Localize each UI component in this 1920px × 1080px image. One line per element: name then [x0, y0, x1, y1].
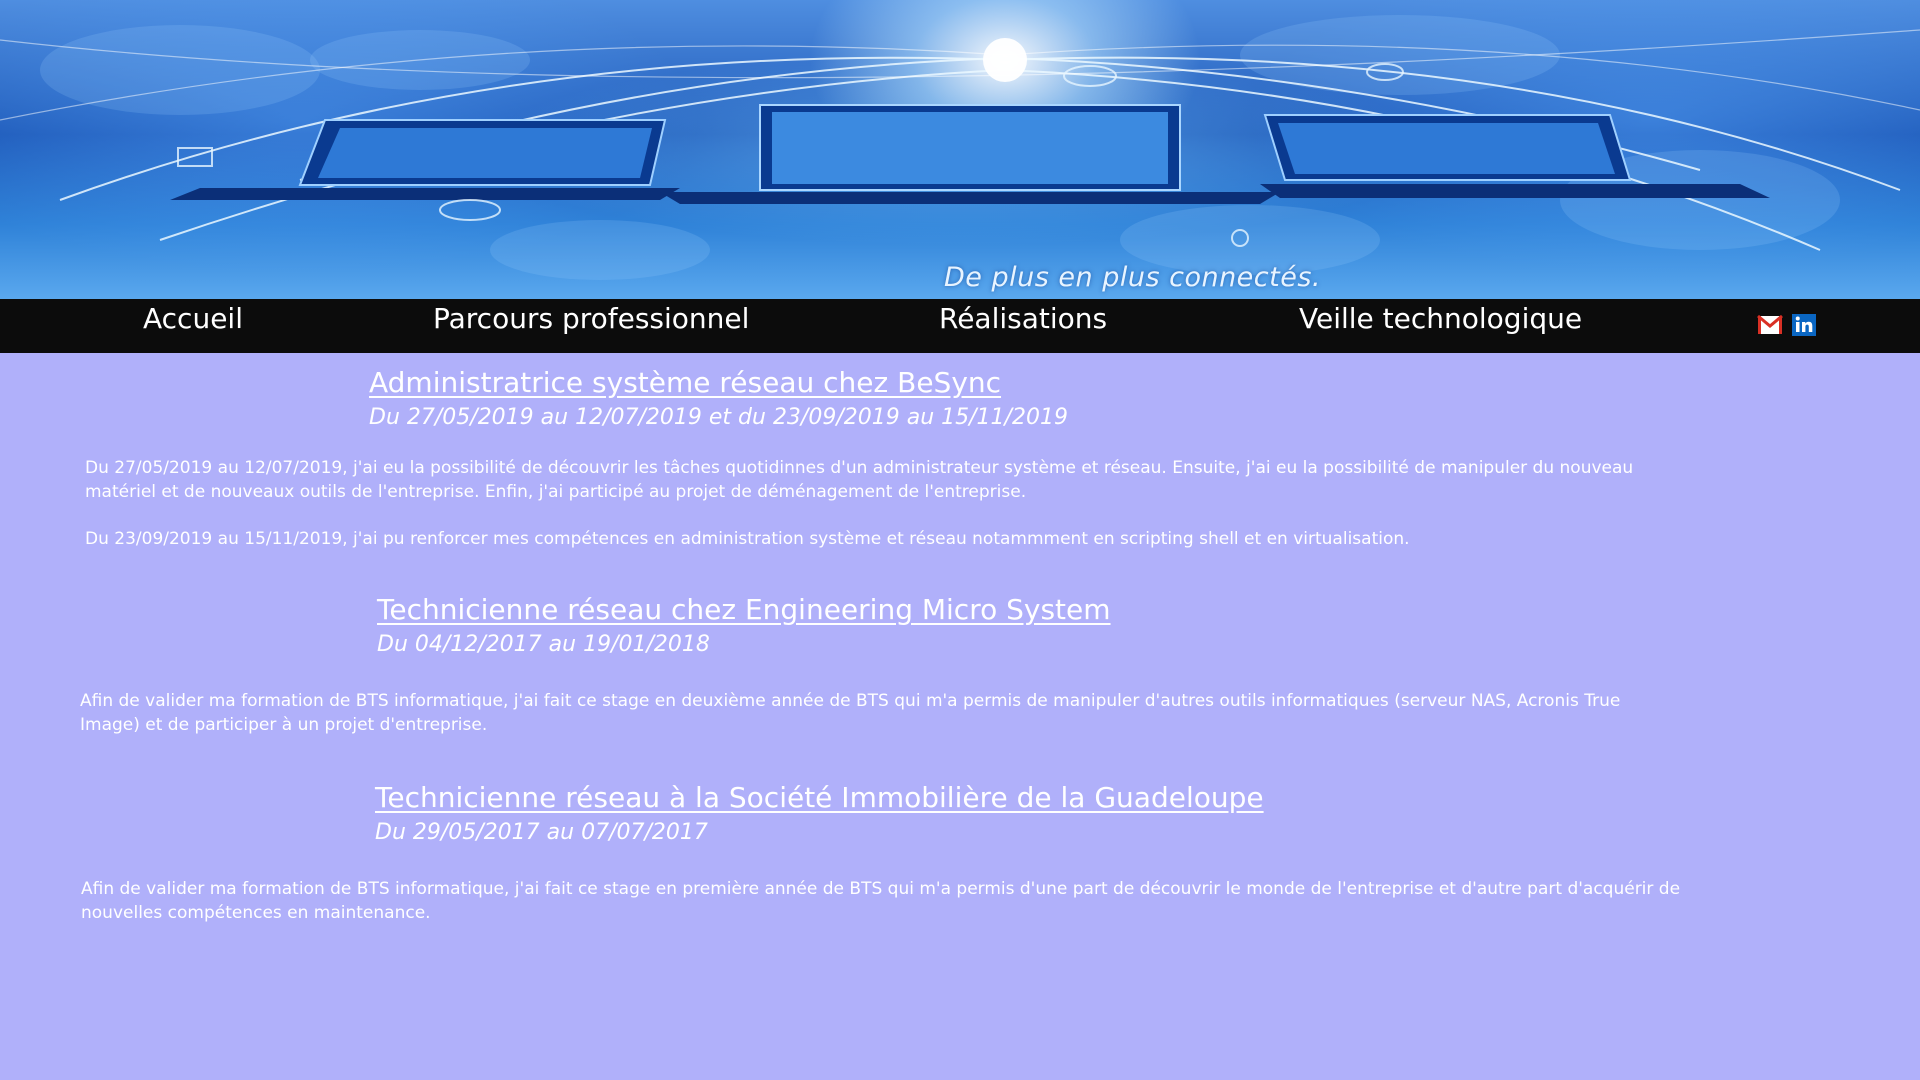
section-dates-engineering-micro-system: Du 04/12/2017 au 19/01/2018 — [377, 632, 710, 657]
nav-item-accueil[interactable]: Accueil — [143, 299, 243, 339]
section-dates-besync: Du 27/05/2019 au 12/07/2019 et du 23/09/… — [369, 405, 1068, 430]
main-navbar: Accueil Parcours professionnel Réalisati… — [0, 299, 1920, 353]
section-dates-sig: Du 29/05/2017 au 07/07/2017 — [375, 820, 708, 845]
nav-item-veille-technologique[interactable]: Veille technologique — [1299, 299, 1582, 339]
section-title-engineering-micro-system[interactable]: Technicienne réseau chez Engineering Mic… — [377, 593, 1111, 626]
nav-item-parcours-professionnel[interactable]: Parcours professionnel — [433, 299, 749, 339]
section-paragraph: Afin de valider ma formation de BTS info… — [80, 691, 1621, 735]
section-paragraph: Afin de valider ma formation de BTS info… — [81, 879, 1681, 923]
nav-item-realisations[interactable]: Réalisations — [939, 299, 1107, 339]
banner-tagline: De plus en plus connectés. — [944, 262, 1321, 293]
gmail-icon[interactable] — [1757, 313, 1783, 337]
header-banner: De plus en plus connectés. — [0, 0, 1920, 299]
section-paragraph: Du 27/05/2019 au 12/07/2019, j'ai eu la … — [85, 458, 1634, 502]
section-title-besync[interactable]: Administratrice système réseau chez BeSy… — [369, 366, 1001, 399]
section-paragraph: Du 23/09/2019 au 15/11/2019, j'ai pu ren… — [85, 529, 1410, 549]
network-illustration — [0, 15, 1920, 280]
linkedin-icon[interactable] — [1791, 313, 1817, 337]
section-title-sig[interactable]: Technicienne réseau à la Société Immobil… — [375, 781, 1264, 814]
